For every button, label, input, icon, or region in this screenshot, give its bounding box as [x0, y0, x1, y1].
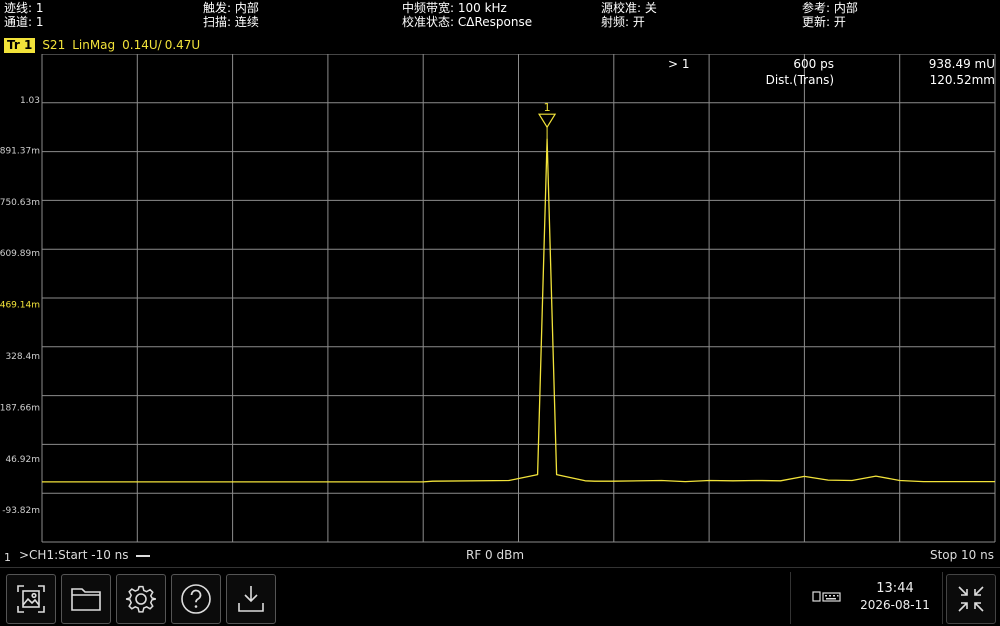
sweep-start[interactable]: >CH1:Start -10 ns: [19, 548, 129, 562]
channel-footer: 1 >CH1:Start -10 ns RF 0 dBm Stop 10 ns: [0, 545, 1000, 565]
y-tick-label: 46.92m: [5, 455, 40, 465]
screenshot-icon: [17, 585, 45, 613]
y-tick-label: 328.4m: [5, 352, 40, 362]
channel-number: 1: [4, 551, 11, 564]
y-tick-label: 187.66m: [0, 403, 40, 413]
trace-parameter: S21: [42, 38, 66, 52]
folder-icon: [71, 588, 101, 611]
status-sweep: 扫描: 连续: [203, 15, 259, 29]
marker-readout-y: 938.49 mU: [929, 57, 995, 71]
sweep-stop[interactable]: Stop 10 ns: [930, 548, 994, 562]
y-tick-label: 609.89m: [0, 249, 40, 259]
status-if-bandwidth: 中频带宽: 100 kHz: [402, 1, 507, 15]
clock-date: 2026-08-11: [860, 598, 930, 612]
trace-plot[interactable]: 1.03 891.37m 750.63m 609.89m 469.14m 328.4m 18…: [0, 54, 1000, 544]
y-tick-label: 1.03: [20, 96, 40, 106]
trace-header[interactable]: Tr 1 S21 LinMag 0.14U/ 0.47U: [4, 37, 200, 53]
marker-triangle[interactable]: [538, 113, 557, 129]
status-source-cal: 源校准: 关: [601, 1, 657, 15]
marker-number: 1: [544, 101, 551, 114]
help-button[interactable]: [171, 574, 221, 624]
settings-button[interactable]: [116, 574, 166, 624]
marker-readout-x: 600 ps: [793, 57, 834, 71]
status-channel: 通道: 1: [4, 15, 44, 29]
y-tick-label: -93.82m: [2, 506, 40, 516]
y-tick-label: 891.37m: [0, 146, 40, 156]
file-manager-button[interactable]: [61, 574, 111, 624]
marker-readout-id: > 1: [668, 57, 690, 71]
status-trigger: 触发: 内部: [203, 1, 259, 15]
status-cal-state: 校准状态: CΔResponse: [402, 15, 533, 29]
keyboard-icon[interactable]: [812, 590, 842, 604]
y-tick-label: 750.63m: [0, 198, 40, 208]
trace-format: LinMag: [72, 38, 116, 52]
source-power[interactable]: RF 0 dBm: [466, 548, 524, 562]
y-axis-ticks: 1.03 891.37m 750.63m 609.89m 469.14m 328.4m 18…: [0, 96, 40, 516]
clock-time: 13:44: [876, 581, 914, 596]
help-icon: [181, 584, 211, 614]
status-trace-count: 迹线: 1: [4, 1, 44, 15]
status-reference: 参考: 内部: [802, 1, 858, 15]
download-icon: [238, 586, 264, 612]
status-rf: 射频: 开: [601, 15, 645, 29]
screenshot-button[interactable]: [6, 574, 56, 624]
status-update: 更新: 开: [802, 15, 846, 29]
status-bar: 迹线: 1 通道: 1 触发: 内部 扫描: 连续 中频带宽: 100 kHz …: [0, 0, 1000, 34]
fullscreen-button[interactable]: [946, 574, 996, 624]
plot-grid: [41, 54, 996, 543]
marker-readout-x-label: Dist.(Trans): [766, 73, 834, 87]
collapse-arrows-icon: [958, 586, 984, 612]
trace-badge[interactable]: Tr 1: [4, 37, 36, 53]
bottom-toolbar: 13:44 2026-08-11: [0, 567, 1000, 626]
gear-icon: [125, 585, 156, 613]
trace-scale: 0.14U/: [122, 38, 162, 52]
trace-reference: 0.47U: [164, 38, 201, 52]
y-tick-label: 469.14m: [0, 301, 40, 311]
marker-group[interactable]: 1: [538, 101, 557, 140]
clock: 13:44 2026-08-11: [850, 581, 940, 613]
marker-readout-distance: 120.52mm: [930, 73, 995, 87]
trace-legend-line: [136, 555, 150, 557]
save-button[interactable]: [226, 574, 276, 624]
